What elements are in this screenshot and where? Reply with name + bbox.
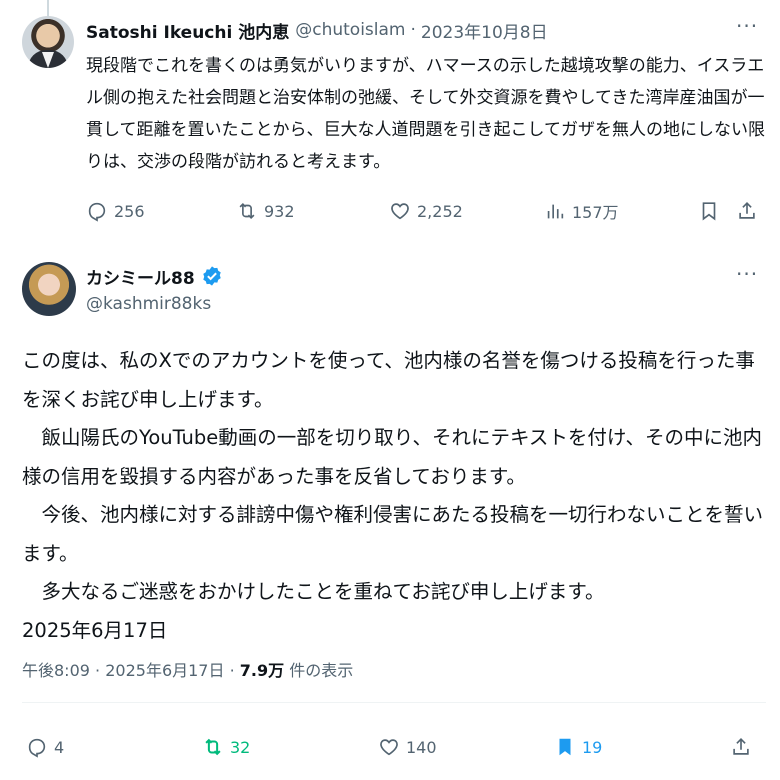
- share-button[interactable]: [736, 200, 758, 222]
- like-count: 140: [406, 737, 437, 757]
- reply-icon: [88, 202, 106, 222]
- avatar[interactable]: [22, 262, 76, 316]
- repost-icon: [205, 738, 221, 756]
- heart-icon: [391, 203, 409, 220]
- verified-badge-icon[interactable]: [201, 265, 223, 287]
- tweet-time[interactable]: 午後8:09: [22, 661, 90, 680]
- share-button[interactable]: [730, 736, 752, 758]
- parent-action-bar: 256 932 2,252 157万: [86, 198, 766, 224]
- reply-count: 256: [114, 201, 145, 221]
- avatar[interactable]: [22, 16, 74, 68]
- like-button[interactable]: 2,252: [389, 200, 463, 222]
- separator: ·: [410, 20, 416, 40]
- views-count: 7.9万: [239, 661, 285, 680]
- views-label: 件の表示: [289, 661, 354, 680]
- reply-button[interactable]: 4: [26, 736, 64, 758]
- author-handle[interactable]: @chutoislam: [295, 20, 405, 40]
- analytics-icon: [547, 204, 564, 219]
- reply-icon: [28, 738, 46, 758]
- separator: ·: [95, 661, 101, 680]
- main-action-bar: 4 32 140 19: [22, 734, 766, 760]
- divider: [22, 702, 766, 703]
- separator: ·: [229, 661, 235, 680]
- views-button[interactable]: 157万: [544, 199, 619, 223]
- bookmark-button[interactable]: [698, 200, 720, 222]
- tweet-text: 現段階でこれを書くのは勇気がいりますが、ハマースの示した越境攻撃の能力、イスラエ…: [86, 56, 765, 172]
- author-name[interactable]: カシミール88: [86, 264, 195, 289]
- author-name[interactable]: Satoshi Ikeuchi 池内恵: [86, 18, 289, 43]
- more-options-icon[interactable]: ···: [736, 14, 758, 38]
- heart-icon: [380, 739, 398, 756]
- parent-tweet-header: Satoshi Ikeuchi 池内恵 @chutoislam · 2023年1…: [86, 16, 548, 44]
- repost-count: 32: [230, 737, 251, 757]
- like-button[interactable]: 140: [378, 736, 437, 758]
- bookmark-filled-icon: [559, 738, 571, 756]
- repost-button[interactable]: 932: [236, 200, 295, 222]
- repost-icon: [239, 202, 255, 220]
- author-name-row: カシミール88: [86, 262, 223, 290]
- bookmark-button[interactable]: 19: [554, 736, 602, 758]
- main-tweet: カシミール88 @kashmir88ks ··· この度は、私のXでのアカウント…: [0, 250, 780, 780]
- repost-button[interactable]: 32: [202, 736, 250, 758]
- tweet-date[interactable]: 2025年6月17日: [105, 661, 224, 680]
- bookmark-count: 19: [582, 737, 603, 757]
- author-handle[interactable]: @kashmir88ks: [86, 294, 211, 314]
- tweet-date[interactable]: 2023年10月8日: [421, 18, 548, 43]
- reply-button[interactable]: 256: [86, 200, 145, 222]
- tweet-meta: 午後8:09 · 2025年6月17日 · 7.9万 件の表示: [22, 657, 353, 681]
- tweet-text: この度は、私のXでのアカウントを使って、池内様の名誉を傷つける投稿を行った事を深…: [22, 349, 764, 642]
- parent-tweet[interactable]: Satoshi Ikeuchi 池内恵 @chutoislam · 2023年1…: [0, 0, 780, 250]
- bookmark-icon: [702, 202, 716, 221]
- reply-count: 4: [54, 737, 65, 757]
- repost-count: 932: [264, 201, 295, 221]
- more-options-icon[interactable]: ···: [736, 262, 758, 286]
- share-icon: [739, 202, 755, 219]
- like-count: 2,252: [417, 201, 463, 221]
- share-icon: [733, 738, 749, 755]
- view-count: 157万: [572, 203, 619, 222]
